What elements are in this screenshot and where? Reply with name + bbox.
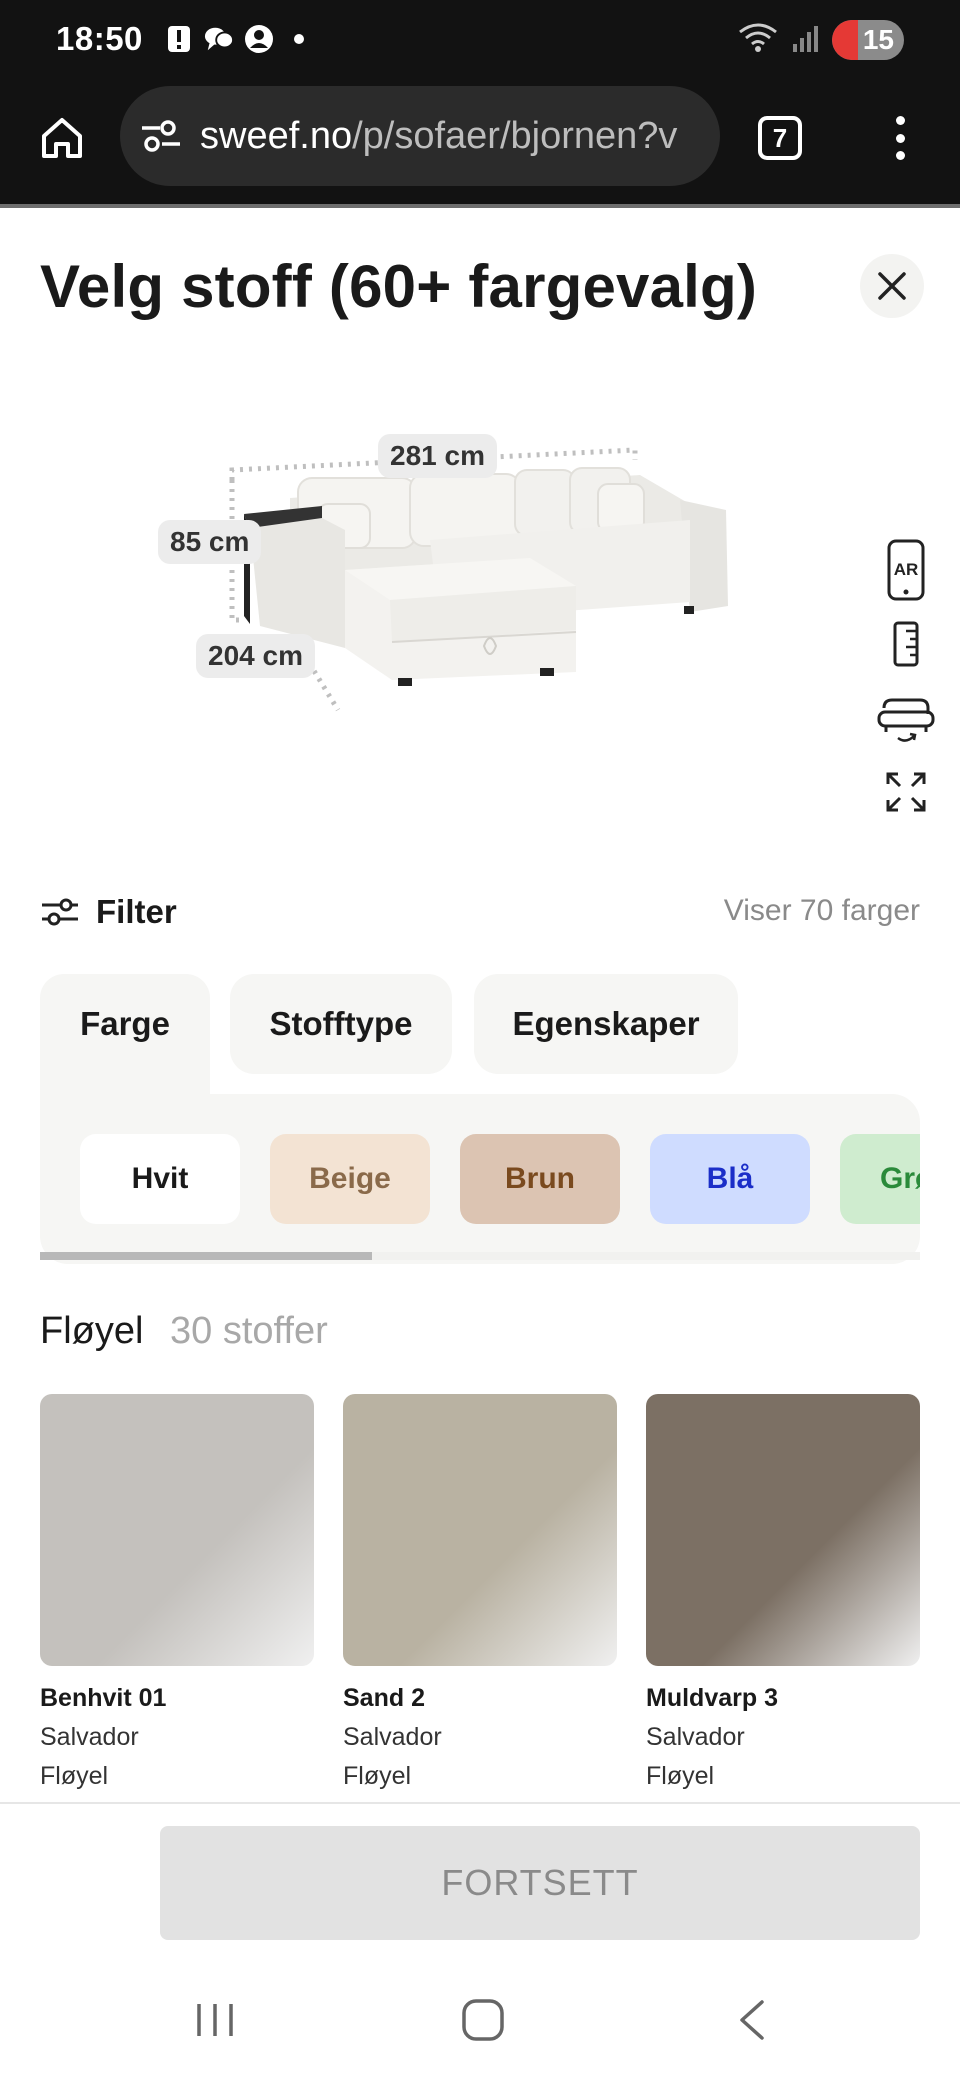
fabric-collection: Salvador bbox=[343, 1723, 442, 1751]
chip-label: Beige bbox=[309, 1162, 391, 1195]
back-icon bbox=[740, 2000, 764, 2040]
menu-dot-icon bbox=[895, 133, 905, 143]
fabric-collection: Salvador bbox=[40, 1723, 139, 1751]
chip-gronn[interactable]: Grønn bbox=[840, 1134, 920, 1224]
continue-button[interactable]: FORTSETT bbox=[160, 1826, 920, 1940]
url-path: /p/sofaer/bjornen?v bbox=[352, 114, 678, 157]
fabric-card[interactable]: Muldvarp 3 Salvador Fløyel bbox=[646, 1394, 920, 1791]
width-dimension-label: 281 cm bbox=[378, 434, 497, 478]
fabric-name: Sand 2 bbox=[343, 1684, 425, 1712]
battery-indicator: 15 bbox=[832, 20, 904, 60]
chip-label: Hvit bbox=[131, 1162, 189, 1195]
recent-apps-button[interactable] bbox=[180, 1990, 250, 2050]
fabric-card[interactable]: Benhvit 01 Salvador Fløyel bbox=[40, 1394, 314, 1791]
alert-icon bbox=[164, 24, 194, 54]
account-icon bbox=[244, 24, 274, 54]
tab-label: Farge bbox=[80, 1005, 170, 1042]
tab-farge[interactable]: Farge bbox=[40, 974, 210, 1074]
home-icon bbox=[42, 118, 82, 158]
system-status: 15 bbox=[738, 20, 904, 60]
filter-sliders-icon bbox=[42, 898, 78, 926]
filter-row: Filter Viser 70 farger bbox=[40, 890, 920, 934]
system-nav-bar bbox=[0, 1960, 960, 2080]
filter-label: Filter bbox=[96, 893, 177, 930]
home-nav-icon bbox=[462, 1999, 504, 2041]
url-text: sweef.no/p/sofaer/bjornen?v bbox=[200, 115, 677, 158]
section-count: 30 stoffer bbox=[170, 1310, 328, 1352]
fabric-name: Muldvarp 3 bbox=[646, 1684, 778, 1712]
section-title: Fløyel bbox=[40, 1310, 144, 1352]
viewer-tools: AR bbox=[872, 539, 940, 836]
fullscreen-button[interactable] bbox=[872, 762, 940, 822]
color-chip-panel: Hvit Beige Brun Blå Grønn bbox=[40, 1094, 920, 1264]
page-title: Velg stoff (60+ fargevalg) bbox=[40, 253, 758, 320]
toolbar-divider bbox=[0, 204, 960, 208]
tab-label: Egenskaper bbox=[512, 1005, 700, 1042]
close-icon bbox=[878, 272, 906, 300]
status-bar: 18:50 15 bbox=[0, 0, 960, 84]
wifi-icon bbox=[738, 22, 778, 59]
notification-icons bbox=[164, 24, 314, 54]
fabric-swatch[interactable] bbox=[343, 1394, 617, 1666]
ar-label: AR bbox=[894, 560, 919, 579]
url-host: sweef.no bbox=[200, 114, 353, 157]
fabric-name: Benhvit 01 bbox=[40, 1684, 167, 1712]
tab-switcher-button[interactable]: 7 bbox=[758, 116, 802, 160]
chip-beige[interactable]: Beige bbox=[270, 1134, 430, 1224]
dot-icon bbox=[284, 24, 314, 54]
browser-menu-button[interactable] bbox=[880, 110, 920, 166]
depth-dimension-label: 204 cm bbox=[196, 634, 315, 678]
tab-label: Stofftype bbox=[269, 1005, 413, 1042]
chip-label: Blå bbox=[706, 1162, 754, 1195]
browser-toolbar: sweef.no/p/sofaer/bjornen?v 7 bbox=[0, 84, 960, 206]
address-bar[interactable]: sweef.no/p/sofaer/bjornen?v bbox=[120, 86, 720, 186]
recent-apps-icon bbox=[197, 2004, 233, 2036]
fabric-swatch[interactable] bbox=[40, 1394, 314, 1666]
ar-phone-icon: AR bbox=[887, 539, 925, 601]
chip-bla[interactable]: Blå bbox=[650, 1134, 810, 1224]
chip-label: Brun bbox=[505, 1162, 575, 1195]
measure-button[interactable] bbox=[872, 614, 940, 674]
product-3d-view[interactable]: 281 cm 85 cm 204 cm bbox=[0, 380, 960, 840]
ruler-icon bbox=[893, 621, 919, 667]
fabric-swatch[interactable] bbox=[646, 1394, 920, 1666]
status-time: 18:50 bbox=[56, 20, 143, 57]
filter-button[interactable]: Filter bbox=[40, 893, 177, 931]
chat-bubbles-icon bbox=[204, 24, 234, 54]
menu-dot-icon bbox=[895, 151, 905, 160]
fabric-type: Fløyel bbox=[40, 1762, 109, 1790]
chip-scroll-thumb[interactable] bbox=[40, 1252, 372, 1260]
expand-icon bbox=[886, 772, 926, 812]
footer-divider bbox=[0, 1802, 960, 1804]
back-button[interactable] bbox=[716, 1990, 786, 2050]
fabric-card[interactable]: Sand 2 Salvador Fløyel bbox=[343, 1394, 617, 1791]
close-button[interactable] bbox=[860, 254, 924, 318]
rotate-sofa-button[interactable] bbox=[872, 688, 940, 748]
menu-dot-icon bbox=[895, 116, 905, 125]
chip-label: Grønn bbox=[880, 1162, 920, 1195]
home-nav-button[interactable] bbox=[448, 1990, 518, 2050]
tab-stofftype[interactable]: Stofftype bbox=[230, 974, 452, 1074]
chip-brun[interactable]: Brun bbox=[460, 1134, 620, 1224]
signal-icon bbox=[792, 24, 818, 57]
battery-level: 15 bbox=[862, 24, 894, 55]
site-settings-icon[interactable] bbox=[136, 111, 186, 161]
home-button[interactable] bbox=[34, 110, 90, 166]
fabric-type: Fløyel bbox=[646, 1762, 715, 1790]
sofa-rotate-icon bbox=[877, 698, 935, 742]
height-dimension-label: 85 cm bbox=[158, 520, 262, 564]
chip-hvit[interactable]: Hvit bbox=[80, 1134, 240, 1224]
fabric-collection: Salvador bbox=[646, 1723, 745, 1751]
color-count: Viser 70 farger bbox=[723, 894, 920, 927]
ar-view-button[interactable]: AR bbox=[872, 539, 940, 601]
fabric-type: Fløyel bbox=[343, 1762, 412, 1790]
tab-egenskaper[interactable]: Egenskaper bbox=[474, 974, 738, 1074]
